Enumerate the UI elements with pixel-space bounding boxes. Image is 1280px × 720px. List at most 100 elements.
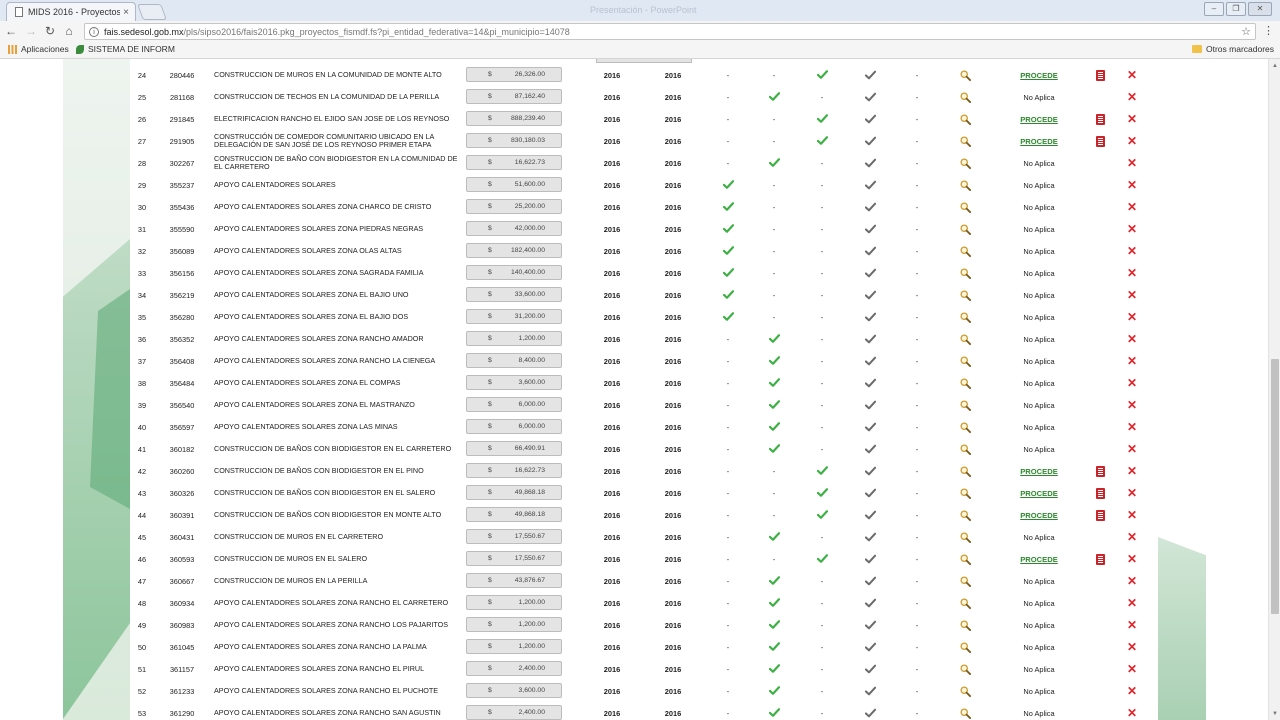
search-icon[interactable]	[955, 548, 975, 570]
status-cell: No Aplica	[1003, 614, 1075, 636]
delete-icon[interactable]: ✕	[1127, 377, 1137, 389]
reload-icon[interactable]: ↻	[43, 24, 57, 38]
scrollbar[interactable]: ▲ ▼	[1268, 59, 1280, 720]
col-a: -	[718, 702, 738, 720]
search-icon[interactable]	[955, 328, 975, 350]
search-icon[interactable]	[955, 636, 975, 658]
info-icon[interactable]: i	[89, 26, 99, 37]
status-procede-link[interactable]: PROCEDE	[1020, 467, 1058, 476]
col-c-dash: -	[820, 268, 824, 278]
tab-close-icon[interactable]: ×	[120, 7, 132, 18]
browser-tab[interactable]: MIDS 2016 - Proyectos F ×	[6, 2, 136, 21]
scroll-down-icon[interactable]: ▼	[1272, 711, 1278, 717]
home-icon[interactable]: ⌂	[62, 24, 76, 38]
search-icon[interactable]	[955, 394, 975, 416]
delete-icon[interactable]: ✕	[1127, 641, 1137, 653]
bookmark-otros[interactable]: Otros marcadores	[1192, 44, 1274, 54]
delete-icon[interactable]: ✕	[1127, 465, 1137, 477]
pdf-icon[interactable]	[1095, 465, 1105, 477]
search-icon[interactable]	[955, 64, 975, 86]
delete-icon[interactable]: ✕	[1127, 619, 1137, 631]
delete-icon[interactable]: ✕	[1127, 597, 1137, 609]
minimize-button[interactable]: –	[1204, 2, 1224, 16]
search-icon[interactable]	[955, 240, 975, 262]
delete-icon[interactable]: ✕	[1127, 333, 1137, 345]
search-icon[interactable]	[955, 196, 975, 218]
delete-icon[interactable]: ✕	[1127, 91, 1137, 103]
search-icon[interactable]	[955, 658, 975, 680]
search-icon[interactable]	[955, 592, 975, 614]
menu-icon[interactable]: ⋮	[1263, 24, 1274, 37]
scroll-up-icon[interactable]: ▲	[1272, 63, 1278, 69]
search-icon[interactable]	[955, 702, 975, 720]
pdf-icon[interactable]	[1095, 113, 1105, 125]
delete-icon[interactable]: ✕	[1127, 311, 1137, 323]
status-procede-link[interactable]: PROCEDE	[1020, 137, 1058, 146]
delete-icon[interactable]: ✕	[1127, 399, 1137, 411]
delete-icon[interactable]: ✕	[1127, 531, 1137, 543]
search-icon[interactable]	[955, 372, 975, 394]
search-icon[interactable]	[955, 306, 975, 328]
delete-icon[interactable]: ✕	[1127, 223, 1137, 235]
search-icon[interactable]	[955, 108, 975, 130]
delete-icon[interactable]: ✕	[1127, 443, 1137, 455]
delete-icon[interactable]: ✕	[1127, 135, 1137, 147]
search-icon[interactable]	[955, 218, 975, 240]
delete-icon[interactable]: ✕	[1127, 113, 1137, 125]
delete-icon[interactable]: ✕	[1127, 663, 1137, 675]
search-icon[interactable]	[955, 614, 975, 636]
delete-icon[interactable]: ✕	[1127, 179, 1137, 191]
status-procede-link[interactable]: PROCEDE	[1020, 115, 1058, 124]
delete-icon[interactable]: ✕	[1127, 245, 1137, 257]
delete-icon[interactable]: ✕	[1127, 487, 1137, 499]
delete-icon[interactable]: ✕	[1127, 575, 1137, 587]
delete-icon[interactable]: ✕	[1127, 201, 1137, 213]
status-procede-link[interactable]: PROCEDE	[1020, 71, 1058, 80]
close-window-button[interactable]: ✕	[1248, 2, 1272, 16]
search-icon[interactable]	[955, 438, 975, 460]
pdf-icon[interactable]	[1095, 135, 1105, 147]
bookmark-sistema[interactable]: SISTEMA DE INFORM	[76, 44, 175, 54]
address-bar[interactable]: i fais.sedesol.gob.mx/pls/sipso2016/fais…	[84, 23, 1256, 40]
delete-icon[interactable]: ✕	[1127, 355, 1137, 367]
scroll-thumb[interactable]	[1271, 359, 1279, 614]
search-icon[interactable]	[955, 86, 975, 108]
search-icon[interactable]	[955, 680, 975, 702]
row-number: 41	[137, 444, 147, 454]
search-icon[interactable]	[955, 504, 975, 526]
delete-icon[interactable]: ✕	[1127, 553, 1137, 565]
forward-arrow-icon[interactable]: →	[24, 24, 38, 38]
search-icon[interactable]	[955, 416, 975, 438]
search-icon[interactable]	[955, 460, 975, 482]
delete-icon[interactable]: ✕	[1127, 421, 1137, 433]
delete-icon[interactable]: ✕	[1127, 289, 1137, 301]
pdf-icon[interactable]	[1095, 553, 1105, 565]
search-icon[interactable]	[955, 284, 975, 306]
pdf-icon[interactable]	[1095, 69, 1105, 81]
status-procede-link[interactable]: PROCEDE	[1020, 511, 1058, 520]
search-icon[interactable]	[955, 262, 975, 284]
search-icon[interactable]	[955, 152, 975, 174]
new-tab-button[interactable]	[137, 4, 167, 20]
folio-cell: 356280	[169, 312, 195, 322]
search-icon[interactable]	[955, 130, 975, 152]
search-icon[interactable]	[955, 350, 975, 372]
search-icon[interactable]	[955, 526, 975, 548]
delete-icon[interactable]: ✕	[1127, 685, 1137, 697]
delete-icon[interactable]: ✕	[1127, 509, 1137, 521]
pdf-icon[interactable]	[1095, 487, 1105, 499]
bookmark-star-icon[interactable]: ☆	[1241, 25, 1251, 38]
restore-button[interactable]: ❐	[1226, 2, 1246, 16]
back-arrow-icon[interactable]: ←	[4, 24, 18, 38]
search-icon[interactable]	[955, 570, 975, 592]
status-procede-link[interactable]: PROCEDE	[1020, 489, 1058, 498]
search-icon[interactable]	[955, 482, 975, 504]
delete-icon[interactable]: ✕	[1127, 267, 1137, 279]
pdf-icon[interactable]	[1095, 509, 1105, 521]
status-procede-link[interactable]: PROCEDE	[1020, 555, 1058, 564]
delete-icon[interactable]: ✕	[1127, 69, 1137, 81]
delete-icon[interactable]: ✕	[1127, 707, 1137, 719]
search-icon[interactable]	[955, 174, 975, 196]
bookmark-apps[interactable]: Aplicaciones	[8, 44, 69, 54]
delete-icon[interactable]: ✕	[1127, 157, 1137, 169]
